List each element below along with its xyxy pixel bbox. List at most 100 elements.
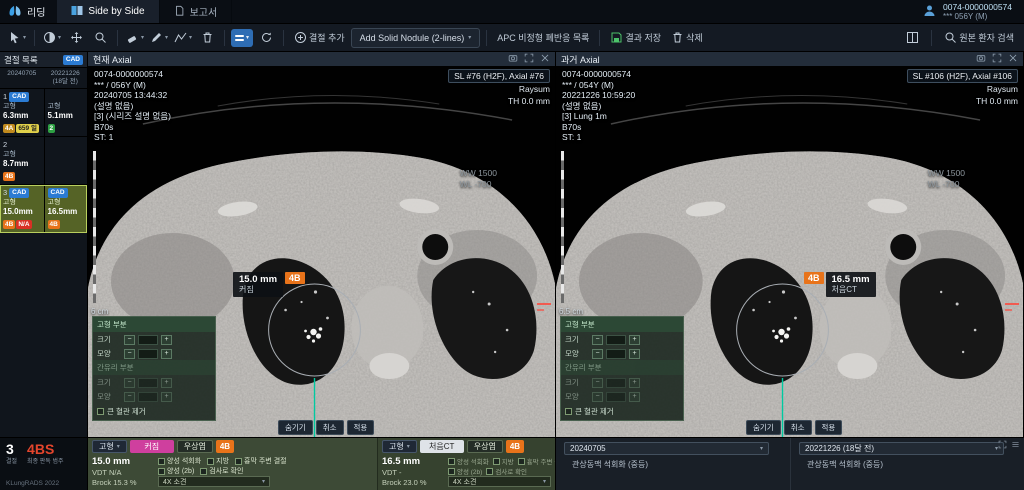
segmentation-edit-panel: 고형 부분 크기−+ 모양−+ 간유리 부분 크기−+ 모양−+ 큰 혈관 제거 xyxy=(560,316,684,421)
dicom-overlay-topleft: 0074-0000000574 *** / 056Y (M) 20240705 … xyxy=(94,69,171,143)
shape-decrease-button[interactable]: − xyxy=(592,349,603,359)
ct-viewport[interactable]: 0074-0000000574 *** / 056Y (M) 20240705 … xyxy=(88,66,555,437)
benign-calcification-checkbox[interactable]: 양성 석회화 xyxy=(158,456,201,466)
hide-button[interactable]: 숨기기 xyxy=(746,420,781,435)
add-nodule-button[interactable]: 결절 추가 xyxy=(290,27,349,49)
original-patient-search-button[interactable]: 원본 환자 검색 xyxy=(940,27,1018,49)
ct-viewport[interactable]: 0074-0000000574 *** / 054Y (M) 20221226 … xyxy=(556,66,1023,437)
benign-calcification-checkbox[interactable]: 양성 석회화 xyxy=(448,456,489,466)
cancel-button[interactable]: 취소 xyxy=(784,420,812,435)
nodule-type-dropdown[interactable]: 고형▾ xyxy=(92,440,127,453)
ggo-section-title: 간유리 부분 xyxy=(93,360,215,375)
maximize-icon[interactable] xyxy=(992,53,1002,65)
close-icon[interactable] xyxy=(540,53,550,65)
lobe-location-button[interactable]: 우상엽 xyxy=(467,440,503,453)
final-category: 4BS xyxy=(27,442,63,457)
fat-checkbox[interactable]: 지방 xyxy=(493,456,514,466)
maximize-icon[interactable] xyxy=(524,53,534,65)
save-results-button[interactable]: 결과 저장 xyxy=(606,27,665,49)
benign-2b-checkbox[interactable]: 양성 (2b) xyxy=(448,466,482,476)
study-date-columns: 20240705 20221226 (18달 전) xyxy=(0,68,87,89)
4x-findings-dropdown[interactable]: 4X 소견▾ xyxy=(448,476,551,487)
category-badge: 4A xyxy=(3,124,15,133)
draw-tool-button[interactable]: ▾ xyxy=(148,27,170,49)
confirmed-by-exam-checkbox[interactable]: 검사로 확인 xyxy=(200,466,243,476)
cursor-tool-button[interactable]: ▾ xyxy=(6,27,28,49)
delete-annotation-button[interactable] xyxy=(196,27,218,49)
shape-increase-button[interactable]: + xyxy=(629,349,640,359)
size-increase-button[interactable]: + xyxy=(629,378,640,388)
scale-ruler xyxy=(93,151,96,303)
app-title: 리딩 xyxy=(27,4,45,19)
tab-side-by-side[interactable]: Side by Side xyxy=(57,0,159,23)
nodule-current-cell: 1CAD 고형 6.3mm 4A659 일 xyxy=(0,89,44,136)
perifissural-checkbox[interactable]: 흉막 주변 결절 xyxy=(235,456,287,466)
hide-button[interactable]: 숨기기 xyxy=(278,420,313,435)
fat-checkbox[interactable]: 지방 xyxy=(207,456,229,466)
nodule-annotation[interactable]: 16.5 mm 처음CT 4B xyxy=(804,272,876,297)
cad-toggle[interactable]: CAD xyxy=(63,55,83,65)
perifissural-checkbox[interactable]: 흉막 주변 결절 xyxy=(518,456,556,466)
confirmed-by-exam-checkbox[interactable]: 검사로 확인 xyxy=(486,466,527,476)
sync-scroll-toggle[interactable]: ▾ xyxy=(231,29,253,47)
polyline-tool-button[interactable]: ▾ xyxy=(172,27,194,49)
4x-findings-dropdown[interactable]: 4X 소견▾ xyxy=(158,476,270,487)
size-decrease-button[interactable]: − xyxy=(592,335,603,345)
shape-decrease-button[interactable]: − xyxy=(592,392,603,402)
nodule-annotation[interactable]: 15.0 mm 커짐 4B xyxy=(233,272,305,297)
size-increase-button[interactable]: + xyxy=(161,378,172,388)
shape-decrease-button[interactable]: − xyxy=(124,349,135,359)
shape-increase-button[interactable]: + xyxy=(161,392,172,402)
sync-refresh-button[interactable] xyxy=(255,27,277,49)
remove-vessels-checkbox[interactable] xyxy=(97,408,104,415)
viewport-current: 현재 Axial 0074-0000000574 *** / 056Y (M) … xyxy=(88,52,556,437)
remove-vessels-checkbox[interactable] xyxy=(565,408,572,415)
pan-tool-button[interactable] xyxy=(65,27,87,49)
chevron-down-icon: ▾ xyxy=(407,443,410,450)
eraser-tool-button[interactable]: ▾ xyxy=(124,27,146,49)
nodule-row[interactable]: 1CAD 고형 6.3mm 4A659 일 고형 5.1mm 2 xyxy=(0,89,87,137)
apply-button[interactable]: 적용 xyxy=(347,420,375,435)
delete-nodule-button[interactable]: 삭제 xyxy=(667,27,707,49)
nodule-list-sidebar: 결절 목록 CAD 20240705 20221226 (18달 전) 1CAD… xyxy=(0,52,88,437)
size-value-box xyxy=(138,378,158,388)
current-study-dropdown[interactable]: 20240705▾ xyxy=(564,442,769,455)
capture-icon[interactable] xyxy=(508,53,518,65)
zoom-tool-button[interactable] xyxy=(89,27,111,49)
category-badge: 4B xyxy=(3,220,15,229)
lungs-logo-icon xyxy=(8,5,22,19)
size-increase-button[interactable]: + xyxy=(629,335,640,345)
shape-increase-button[interactable]: + xyxy=(161,349,172,359)
nodule-type-dropdown[interactable]: 고형▾ xyxy=(382,440,417,453)
size-decrease-button[interactable]: − xyxy=(124,378,135,388)
size-decrease-button[interactable]: − xyxy=(592,378,603,388)
cancel-button[interactable]: 취소 xyxy=(316,420,344,435)
change-status-button[interactable]: 커짐 xyxy=(130,440,174,453)
solid-section-title: 고형 부분 xyxy=(561,317,683,332)
capture-icon[interactable] xyxy=(976,53,986,65)
size-decrease-button[interactable]: − xyxy=(124,335,135,345)
close-icon[interactable] xyxy=(1008,53,1018,65)
apply-button[interactable]: 적용 xyxy=(815,420,843,435)
prior-study-dropdown[interactable]: 20221226 (18달 전)▾ xyxy=(799,442,1004,455)
shape-increase-button[interactable]: + xyxy=(629,392,640,402)
change-status-button[interactable]: 처음CT xyxy=(420,440,464,453)
apc-list-button[interactable]: APC 비정형 폐반응 목록 xyxy=(493,27,593,49)
overlay-buttons: 숨기기 취소 적용 xyxy=(746,420,842,435)
tab-report[interactable]: 보고서 xyxy=(160,0,233,23)
nodule-row[interactable]: 2 고형 8.7mm 4B xyxy=(0,137,87,185)
size-increase-button[interactable]: + xyxy=(161,335,172,345)
window-level-tool-button[interactable]: ▾ xyxy=(41,27,63,49)
panel-expand-icon[interactable] xyxy=(998,440,1007,451)
benign-2b-checkbox[interactable]: 양성 (2b) xyxy=(158,466,194,476)
shape-decrease-button[interactable]: − xyxy=(124,392,135,402)
lobe-location-button[interactable]: 우상엽 xyxy=(177,440,213,453)
nodule-type-dropdown[interactable]: Add Solid Nodule (2-lines) ▾ xyxy=(351,28,481,48)
cad-badge: CAD xyxy=(48,188,68,198)
ruler-label: 6 cm xyxy=(91,307,108,316)
shape-value-box xyxy=(606,349,626,359)
chevron-down-icon: ▾ xyxy=(543,478,546,485)
nodule-row-selected[interactable]: 3CAD 고형 15.0mm 4BN/A CAD 고형 16.5mm 4B xyxy=(0,185,87,233)
panel-menu-icon[interactable] xyxy=(1011,440,1020,451)
layout-grid-button[interactable] xyxy=(901,27,923,49)
